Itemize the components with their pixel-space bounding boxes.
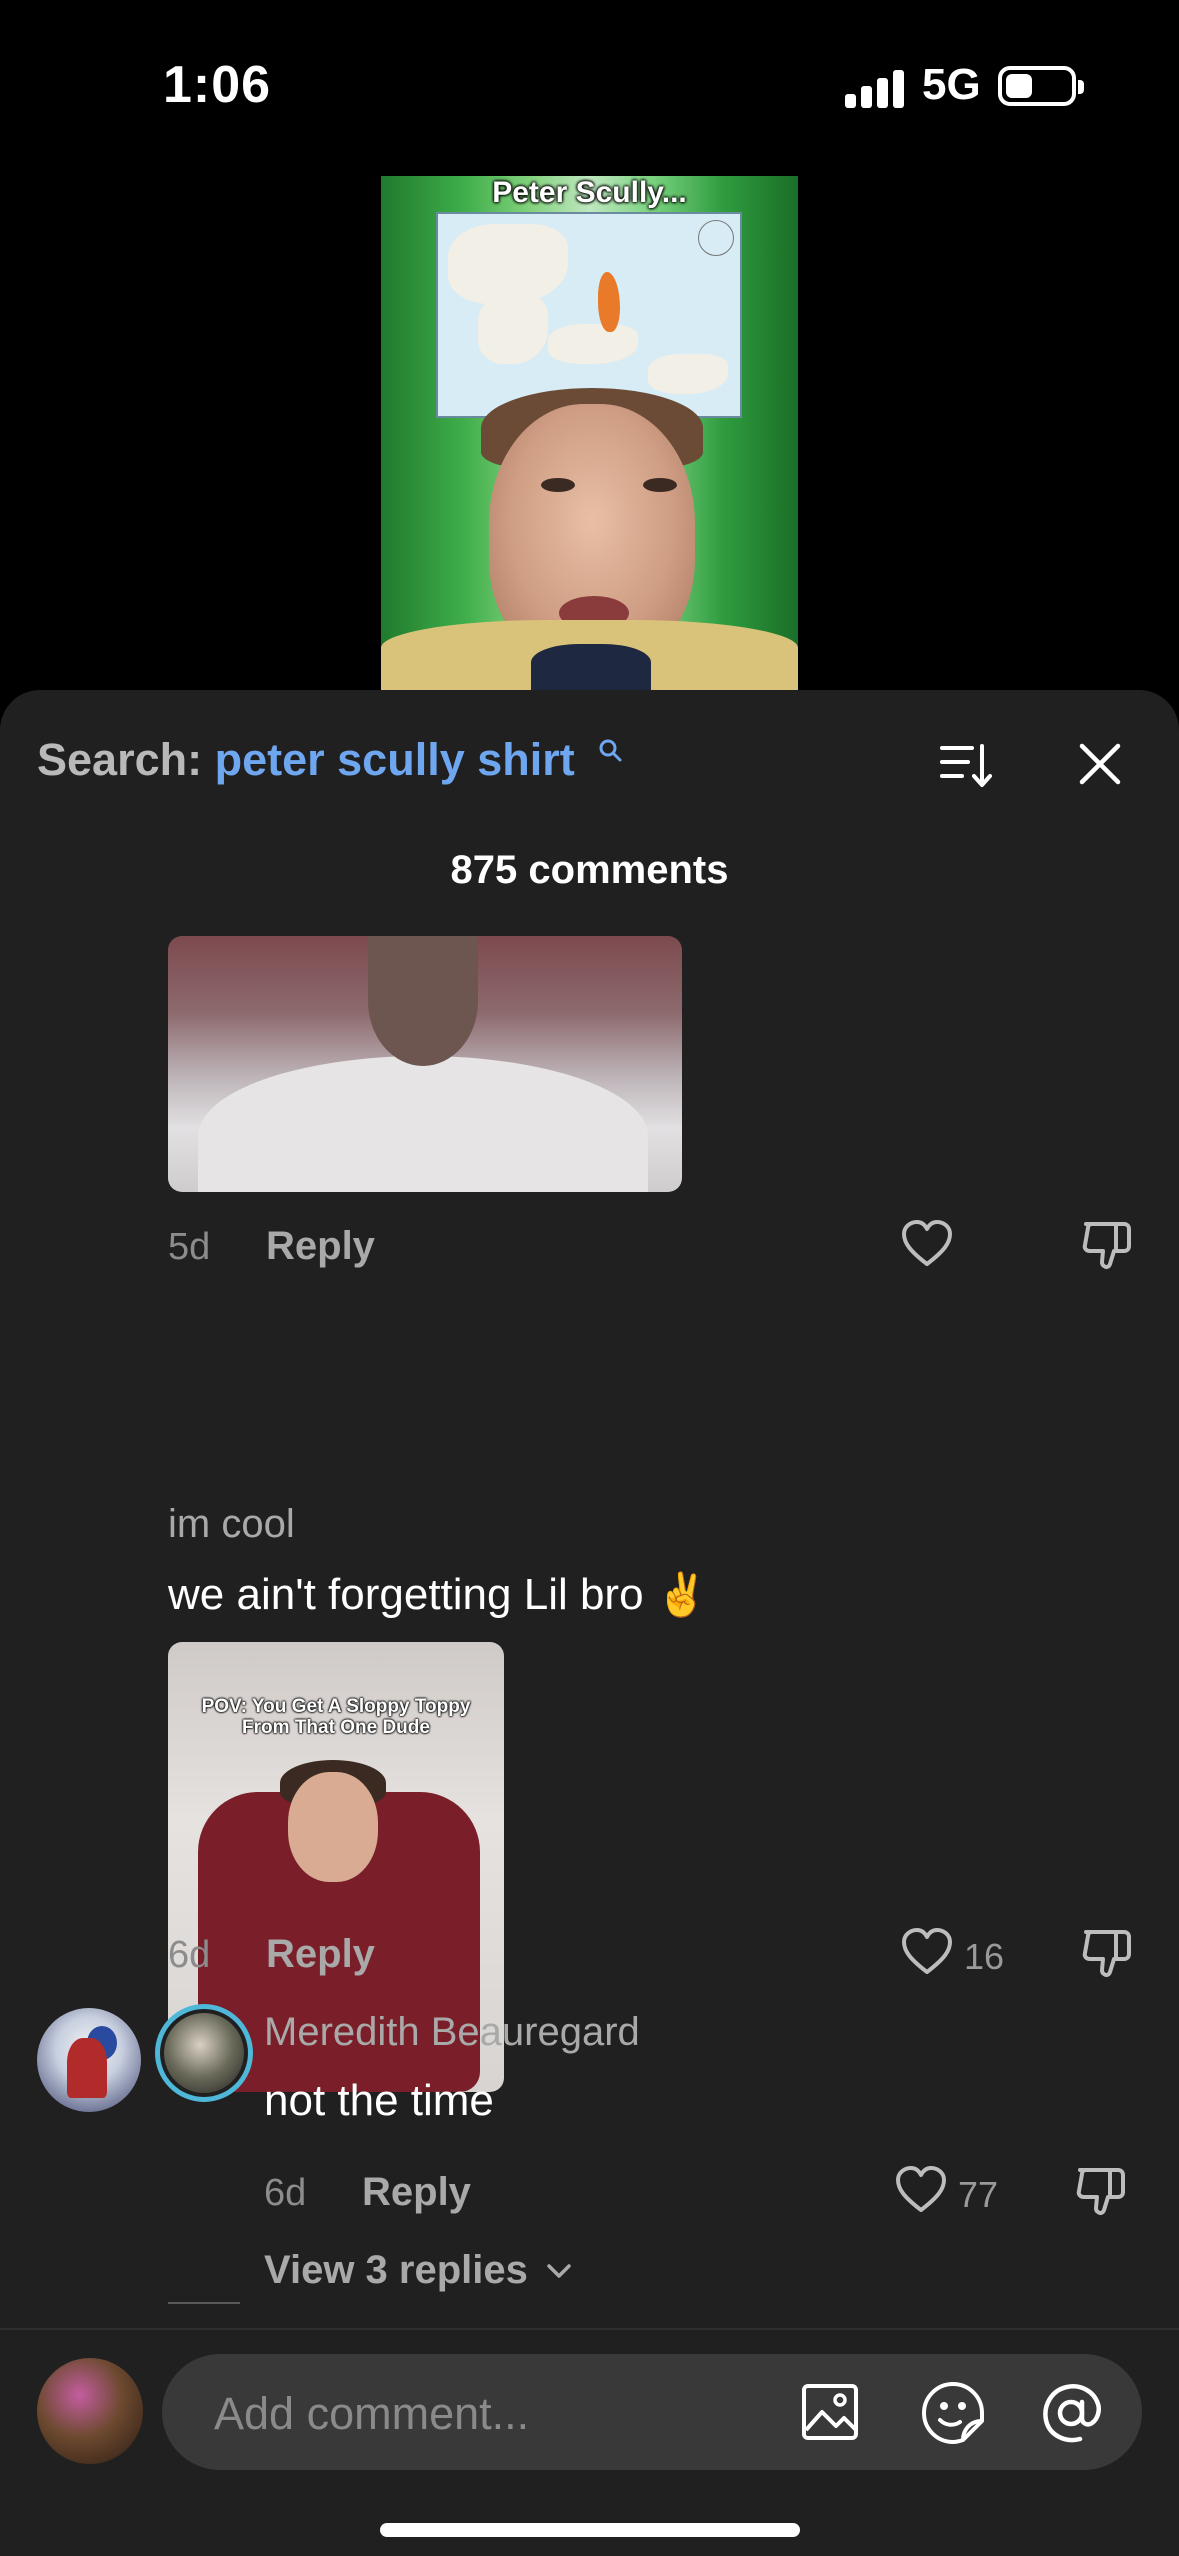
search-term[interactable]: peter scully shirt (215, 734, 575, 785)
avatar (37, 2358, 143, 2464)
reply-username[interactable]: Meredith Beauregard (264, 2010, 640, 2055)
comment-input-placeholder[interactable]: Add comment... (214, 2388, 529, 2440)
chevron-down-icon[interactable] (546, 2262, 572, 2280)
thumbs-down-icon[interactable] (1080, 1926, 1134, 1978)
reply-time: 6d (264, 2172, 307, 2214)
heart-icon[interactable] (900, 1220, 954, 1268)
comment-body: we ain't forgetting Lil bro (168, 1570, 644, 1619)
divider (168, 2302, 240, 2304)
comment-count: 875 comments (450, 848, 729, 892)
view-replies-button[interactable]: View 3 replies (264, 2248, 528, 2293)
like-count: 16 (964, 1936, 1005, 1977)
sort-icon[interactable] (940, 742, 994, 788)
comment-username[interactable]: im cool (168, 1502, 295, 1547)
search-label: Search: (37, 734, 203, 785)
like-count: 77 (958, 2174, 999, 2215)
comment-image[interactable] (168, 936, 682, 1192)
heart-icon[interactable] (900, 1928, 954, 1976)
comments-list[interactable]: 5d Reply im cool we ain't forgetting Lil… (0, 936, 1179, 2514)
video-preview[interactable]: Peter Scully... (381, 176, 798, 690)
image-caption: POV: You Get A Sloppy Toppy From That On… (201, 1696, 471, 1738)
comment-time: 5d (168, 1226, 211, 1268)
status-bar: 1:06 5G (0, 0, 1179, 170)
reply-button[interactable]: Reply (266, 1224, 375, 1269)
comment-text: we ain't forgetting Lil bro ✌️ (168, 1570, 708, 1620)
close-icon[interactable] (1078, 742, 1122, 786)
network-type: 5G (922, 60, 981, 109)
reply-text: not the time (264, 2076, 494, 2125)
reply-button[interactable]: Reply (266, 1932, 375, 1977)
thumbs-down-icon[interactable] (1080, 1218, 1134, 1270)
comment-time: 6d (168, 1934, 211, 1976)
comments-panel: Search: peter scully shirt 875 comments … (0, 690, 1179, 2556)
peace-emoji-icon: ✌️ (655, 1571, 709, 1618)
search-icon[interactable] (598, 738, 622, 762)
sticker-icon[interactable] (920, 2380, 986, 2446)
home-indicator (380, 2523, 800, 2537)
battery-icon (998, 66, 1084, 106)
divider (0, 2328, 1179, 2330)
status-time: 1:06 (163, 56, 272, 114)
image-icon[interactable] (800, 2382, 860, 2442)
at-icon[interactable] (1038, 2380, 1104, 2446)
signal-icon (845, 68, 907, 108)
comment-input[interactable]: Add comment... (162, 2354, 1142, 2470)
video-caption: Peter Scully... (492, 176, 687, 209)
thumbs-down-icon[interactable] (1074, 2164, 1128, 2216)
heart-icon[interactable] (894, 2166, 948, 2214)
avatar[interactable] (37, 2008, 141, 2112)
search-header[interactable]: Search: peter scully shirt (37, 734, 575, 786)
avatar[interactable] (155, 2004, 253, 2102)
reply-button[interactable]: Reply (362, 2170, 471, 2215)
